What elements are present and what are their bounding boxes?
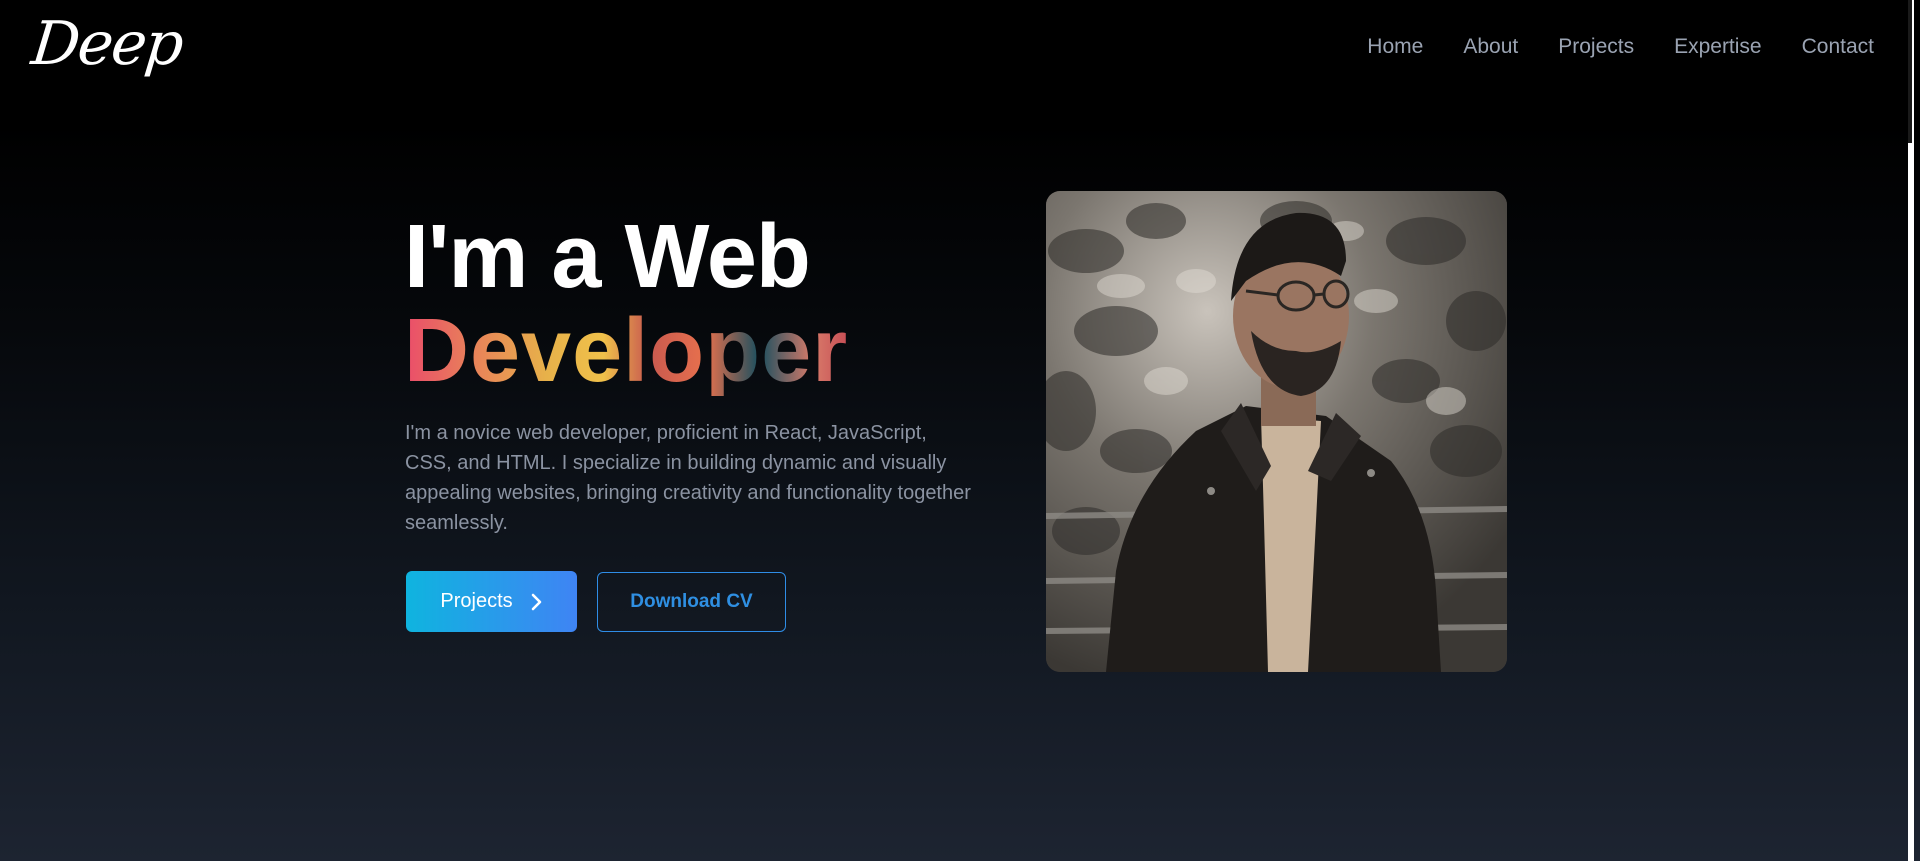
download-cv-label: Download CV	[630, 591, 753, 612]
profile-photo-illustration	[1046, 191, 1507, 672]
nav-about[interactable]: About	[1463, 30, 1518, 64]
main-nav: Home About Projects Expertise Contact	[1367, 30, 1874, 64]
scrollbar[interactable]	[1908, 0, 1914, 861]
profile-photo	[1046, 191, 1507, 672]
logo[interactable]: Deep	[28, 4, 186, 84]
nav-projects[interactable]: Projects	[1558, 30, 1634, 64]
page: Deep Home About Projects Expertise Conta…	[0, 0, 1914, 861]
download-cv-button[interactable]: Download CV	[597, 572, 786, 632]
projects-button-label: Projects	[440, 590, 513, 612]
scrollbar-thumb[interactable]	[1908, 0, 1912, 143]
hero-title: I'm a Web Developer	[404, 212, 848, 396]
projects-button[interactable]: Projects	[406, 571, 577, 632]
hero-description: I'm a novice web developer, proficient i…	[405, 422, 971, 534]
hero-title-line1: I'm a Web	[404, 207, 811, 307]
chevron-right-icon	[531, 593, 541, 610]
nav-contact[interactable]: Contact	[1802, 30, 1874, 64]
nav-expertise[interactable]: Expertise	[1674, 30, 1762, 64]
hero-title-line2: Developer	[404, 301, 849, 401]
nav-home[interactable]: Home	[1367, 30, 1423, 64]
